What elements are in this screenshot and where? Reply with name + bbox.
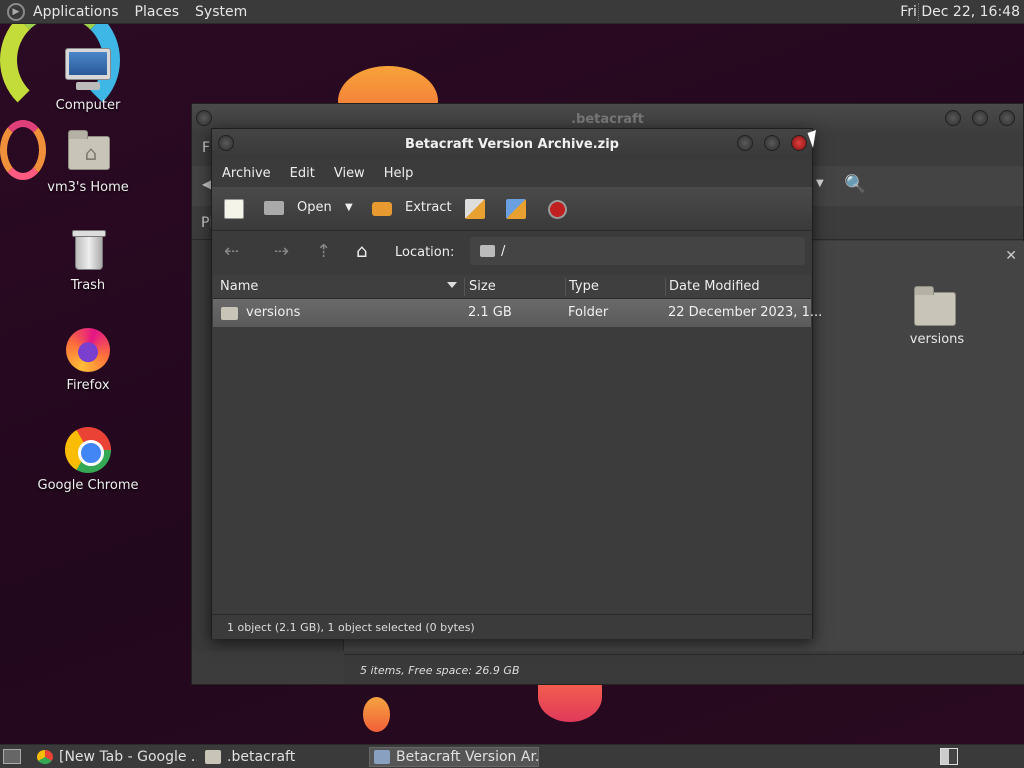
menu-view[interactable]: View: [334, 166, 365, 181]
column-type[interactable]: Type: [569, 279, 599, 294]
trash-icon: [64, 226, 112, 274]
desktop-icon-chrome[interactable]: Google Chrome: [28, 426, 148, 493]
desktop-icon-home[interactable]: ⌂ vm3's Home: [28, 128, 148, 195]
desktop-icon-computer[interactable]: Computer: [28, 46, 148, 113]
open-dropdown-chevron-icon[interactable]: ▼: [345, 202, 353, 213]
close-icon[interactable]: ✕: [1005, 248, 1017, 264]
file-manager-title: .betacraft: [571, 112, 644, 127]
column-date[interactable]: Date Modified: [669, 279, 760, 294]
maximize-button[interactable]: [972, 110, 988, 126]
forward-icon[interactable]: ⇢: [274, 241, 289, 262]
file-list[interactable]: versions 2.1 GB Folder 22 December 2023,…: [213, 299, 822, 614]
minimize-button[interactable]: [737, 135, 753, 151]
menubar: Archive Edit View Help: [212, 159, 812, 187]
firefox-icon: [64, 326, 112, 374]
toolbar: Open ▼ Extract: [212, 187, 812, 231]
back-icon[interactable]: ⇠: [224, 241, 239, 262]
file-manager-menu-partial[interactable]: F: [202, 140, 210, 156]
menu-edit[interactable]: Edit: [290, 166, 315, 181]
desktop-icon-label: vm3's Home: [47, 180, 129, 195]
chrome-icon: [37, 750, 53, 764]
minimize-button[interactable]: [945, 110, 961, 126]
folder-icon[interactable]: [912, 284, 960, 328]
add-folder-icon[interactable]: [506, 199, 526, 219]
row-size: 2.1 GB: [468, 305, 512, 320]
row-type: Folder: [568, 305, 609, 320]
close-button[interactable]: [791, 135, 807, 151]
chrome-icon: [64, 426, 112, 474]
add-files-icon[interactable]: [465, 199, 485, 219]
folder-icon: [221, 307, 238, 320]
table-header: Name Size Type Date Modified: [213, 275, 811, 299]
location-field[interactable]: [470, 237, 805, 265]
home-icon[interactable]: ⌂: [356, 241, 367, 262]
task-betacraft-folder[interactable]: .betacraft: [205, 747, 365, 767]
desktop-icon-trash[interactable]: Trash: [28, 226, 148, 293]
column-separator: [565, 278, 566, 296]
search-icon[interactable]: 🔍: [844, 174, 866, 195]
table-row[interactable]: versions 2.1 GB Folder 22 December 2023,…: [213, 299, 822, 327]
folder-label[interactable]: versions: [892, 332, 982, 347]
chevron-down-icon[interactable]: ▼: [816, 178, 824, 189]
archive-icon: [374, 750, 390, 764]
top-panel: ▶ Applications Places System Fri Dec 22,…: [0, 0, 1024, 24]
desktop-icon-label: Firefox: [66, 378, 110, 393]
menu-places[interactable]: Places: [135, 4, 180, 20]
new-archive-icon[interactable]: [224, 199, 244, 219]
desktop-icon-label: Google Chrome: [37, 478, 139, 493]
clock[interactable]: Fri Dec 22, 16:48: [900, 4, 1020, 20]
task-label: [New Tab - Google ...: [59, 749, 197, 765]
status-text: 1 object (2.1 GB), 1 object selected (0 …: [227, 621, 475, 634]
task-label: .betacraft: [227, 749, 296, 765]
close-button[interactable]: [999, 110, 1015, 126]
column-separator: [665, 278, 666, 296]
extract-icon[interactable]: [372, 202, 392, 216]
menu-help[interactable]: Help: [384, 166, 414, 181]
desktop-icon-label: Trash: [70, 278, 106, 293]
desktop-icon-firefox[interactable]: Firefox: [28, 326, 148, 393]
row-name: versions: [246, 305, 301, 320]
archive-manager-window: Betacraft Version Archive.zip Archive Ed…: [211, 128, 822, 639]
open-button[interactable]: Open: [297, 200, 332, 215]
maximize-button[interactable]: [764, 135, 780, 151]
home-folder-icon: ⌂: [64, 128, 112, 176]
stop-icon[interactable]: [548, 200, 567, 219]
folder-icon: [205, 750, 221, 764]
bottom-panel: [New Tab - Google ... .betacraft Betacra…: [0, 744, 1024, 768]
folder-icon: [480, 245, 495, 257]
task-label: Betacraft Version Ar...: [396, 749, 539, 765]
wallpaper-shape-small: [363, 697, 390, 732]
computer-icon: [64, 46, 112, 94]
extract-button[interactable]: Extract: [405, 200, 452, 215]
menu-archive[interactable]: Archive: [222, 166, 271, 181]
location-label: Location:: [395, 245, 455, 260]
menu-applications[interactable]: Applications: [33, 4, 119, 20]
archive-manager-titlebar[interactable]: Betacraft Version Archive.zip: [212, 129, 812, 159]
open-icon[interactable]: [264, 201, 284, 215]
up-icon[interactable]: ⇡: [316, 241, 331, 262]
show-desktop-icon[interactable]: [3, 749, 21, 764]
distro-logo-icon[interactable]: ▶: [7, 2, 25, 21]
column-name[interactable]: Name: [220, 279, 258, 294]
menu-system[interactable]: System: [195, 4, 247, 20]
archive-manager-title: Betacraft Version Archive.zip: [405, 137, 619, 152]
file-manager-statusbar: 5 items, Free space: 26.9 GB: [344, 654, 1024, 684]
status-text: 5 items, Free space: 26.9 GB: [360, 664, 520, 677]
row-date: 22 December 2023, 1...: [668, 305, 823, 320]
sort-descending-icon[interactable]: [447, 282, 457, 288]
task-archive-manager[interactable]: Betacraft Version Ar...: [369, 747, 539, 767]
task-new-tab-chrome[interactable]: [New Tab - Google ...: [37, 747, 197, 767]
workspace-switcher[interactable]: [940, 748, 958, 765]
statusbar: 1 object (2.1 GB), 1 object selected (0 …: [212, 614, 812, 639]
column-size[interactable]: Size: [469, 279, 496, 294]
column-separator: [464, 278, 465, 296]
location-path[interactable]: /: [501, 244, 505, 259]
desktop-icon-label: Computer: [55, 98, 121, 113]
